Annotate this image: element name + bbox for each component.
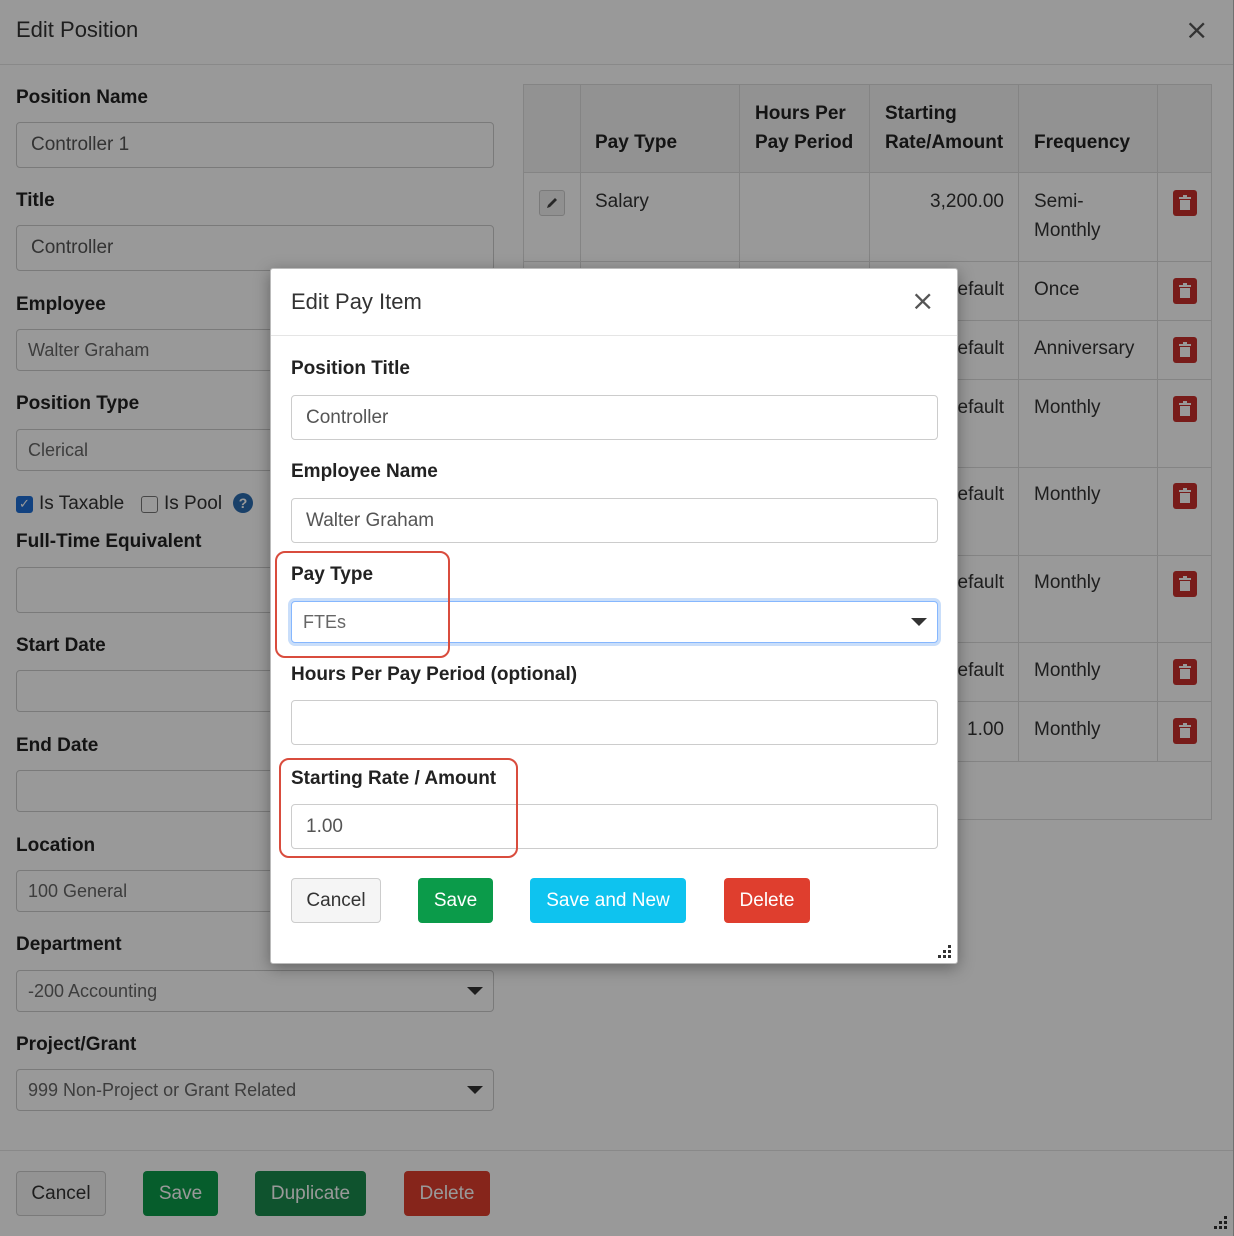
pay-type-select-value: FTEs <box>303 611 346 632</box>
edit-pay-item-header: Edit Pay Item × <box>271 269 957 336</box>
resize-grip-icon[interactable] <box>936 943 952 959</box>
chevron-down-icon <box>911 618 927 626</box>
employee-name-label: Employee Name <box>291 461 438 482</box>
modal-cancel-button[interactable]: Cancel <box>291 878 381 923</box>
employee-name-input[interactable]: Walter Graham <box>291 498 938 543</box>
pay-type-label: Pay Type <box>291 564 374 585</box>
hours-per-pay-period-label: Hours Per Pay Period (optional) <box>291 664 578 685</box>
close-icon[interactable]: × <box>911 287 934 315</box>
position-title-label: Position Title <box>291 358 410 379</box>
pay-type-select[interactable]: FTEs <box>291 601 938 643</box>
starting-rate-input[interactable]: 1.00 <box>291 804 938 849</box>
starting-rate-label: Starting Rate / Amount <box>291 768 497 789</box>
hours-per-pay-period-input[interactable] <box>291 700 938 745</box>
edit-pay-item-dialog: Edit Pay Item × Position Title Controlle… <box>270 268 958 964</box>
modal-delete-button[interactable]: Delete <box>724 878 810 923</box>
edit-pay-item-title: Edit Pay Item <box>291 289 422 314</box>
position-title-input[interactable]: Controller <box>291 395 938 440</box>
modal-save-button[interactable]: Save <box>418 878 493 923</box>
modal-save-and-new-button[interactable]: Save and New <box>530 878 686 923</box>
